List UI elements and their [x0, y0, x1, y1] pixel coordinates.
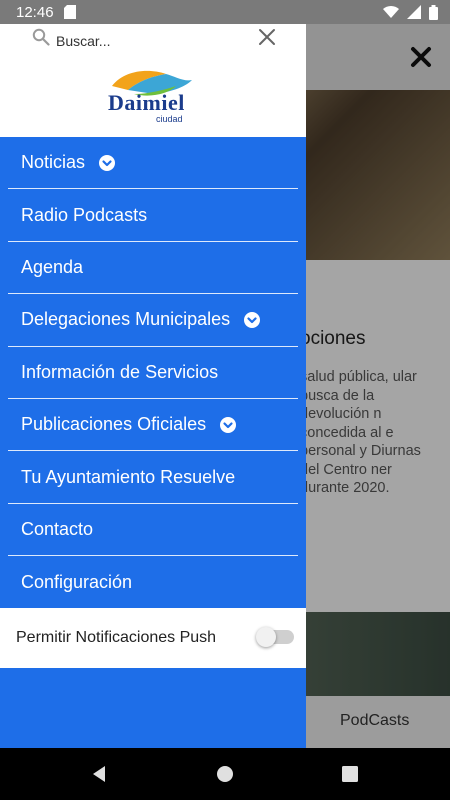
- wifi-icon: [383, 5, 399, 19]
- status-time: 12:46: [16, 3, 54, 21]
- menu-item-contacto[interactable]: Contacto: [8, 504, 298, 557]
- system-nav-bar: [0, 748, 450, 800]
- menu-item-configuracion[interactable]: Configuración: [8, 556, 298, 608]
- menu-item-label: Contacto: [21, 518, 94, 539]
- menu-item-noticias[interactable]: Noticias: [8, 137, 298, 190]
- push-notifications-toggle[interactable]: [256, 627, 294, 647]
- chevron-down-icon: [244, 311, 261, 328]
- menu-item-delegaciones-municipales[interactable]: Delegaciones Municipales: [8, 294, 298, 347]
- logo-wordmark: Daimiel: [108, 90, 185, 115]
- menu-item-label: Agenda: [21, 256, 84, 277]
- navigation-drawer: Daimiel ciudad Noticias Radio Podcasts A…: [0, 24, 306, 748]
- recents-icon[interactable]: [340, 764, 360, 784]
- chevron-down-icon: [99, 154, 116, 171]
- menu-item-label: Radio Podcasts: [21, 204, 148, 225]
- menu-item-tu-ayuntamiento-resuelve[interactable]: Tu Ayuntamiento Resuelve: [8, 451, 298, 504]
- daimiel-logo: Daimiel ciudad: [104, 68, 204, 132]
- menu-item-label: Información de Servicios: [21, 361, 219, 382]
- battery-icon: [429, 4, 438, 20]
- status-bar: 12:46: [0, 0, 450, 24]
- search-icon: [32, 28, 50, 46]
- menu-item-label: Publicaciones Oficiales: [21, 414, 207, 435]
- push-notifications-label: Permitir Notificaciones Push: [16, 629, 217, 646]
- menu-item-label: Configuración: [21, 571, 133, 592]
- menu-item-publicaciones-oficiales[interactable]: Publicaciones Oficiales: [8, 399, 298, 452]
- menu-item-label: Noticias: [21, 152, 86, 173]
- menu-item-radio-podcasts[interactable]: Radio Podcasts: [8, 189, 298, 242]
- sd-card-icon: [63, 5, 76, 19]
- close-search-icon[interactable]: [256, 26, 278, 48]
- menu-item-agenda[interactable]: Agenda: [8, 242, 298, 295]
- drawer-menu: Noticias Radio Podcasts Agenda Delegacio…: [8, 137, 298, 609]
- menu-item-label: Tu Ayuntamiento Resuelve: [21, 466, 236, 487]
- menu-item-label: Delegaciones Municipales: [21, 309, 231, 330]
- signal-icon: [407, 5, 421, 19]
- toggle-knob: [256, 627, 276, 647]
- drawer-scrim[interactable]: [306, 24, 450, 748]
- chevron-down-icon: [220, 416, 237, 433]
- home-icon[interactable]: [215, 764, 235, 784]
- back-icon[interactable]: [89, 764, 109, 784]
- search-input[interactable]: [56, 30, 246, 52]
- push-notifications-row: Permitir Notificaciones Push: [0, 608, 306, 668]
- menu-item-informacion-servicios[interactable]: Información de Servicios: [8, 347, 298, 399]
- logo-subtitle: ciudad: [156, 114, 183, 124]
- drawer-header: Daimiel ciudad: [0, 24, 306, 137]
